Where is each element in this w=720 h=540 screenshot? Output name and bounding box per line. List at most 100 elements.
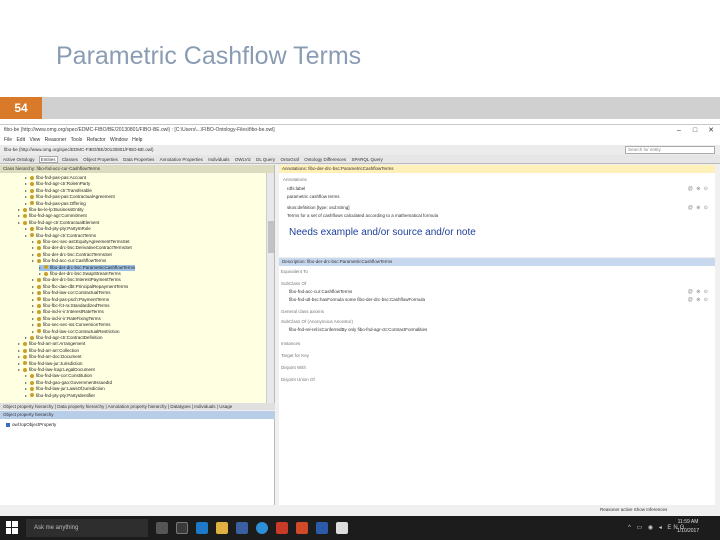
subclass-of-section[interactable]: SubClass Of xyxy=(281,281,306,286)
menu-file[interactable]: File xyxy=(4,137,12,143)
class-tree-item[interactable]: ▸ fibo-fnd-arr-doc:Document xyxy=(18,354,82,360)
tab-data-properties[interactable]: Data Properties xyxy=(122,157,155,162)
class-tree-item[interactable]: ▸ fibo-fnd-agr-ctr:Transferable xyxy=(25,188,92,194)
tab-ontology-differences[interactable]: Ontology Differences xyxy=(303,157,347,162)
tab-individuals[interactable]: Individuals xyxy=(207,157,230,162)
scrollbar-thumb[interactable] xyxy=(268,221,274,253)
class-tree-item[interactable]: ▸ fibo-fnd-pas-pas:ContractualAgreement xyxy=(25,194,115,200)
general-axioms-section[interactable]: General class axioms xyxy=(281,309,324,314)
windows-start-icon[interactable] xyxy=(6,521,18,534)
menu-window[interactable]: Window xyxy=(110,137,128,143)
menu-refactor[interactable]: Refactor xyxy=(87,137,106,143)
anonymous-ancestor-section[interactable]: SubClass Of (Anonymous Ancestor) xyxy=(281,319,353,324)
annotation-actions-icon[interactable]: @ ⊗ ⊙ xyxy=(688,186,709,192)
lower-tabs[interactable]: Object property hierarchy | Data propert… xyxy=(0,403,275,410)
class-tree-scrollbar[interactable] xyxy=(266,173,274,403)
disjoint-union-section[interactable]: Disjoint Union Of xyxy=(281,377,315,382)
class-tree-item[interactable]: ▸ fibo-fnd-agr-ctr:ContractDefinition xyxy=(25,335,103,341)
annotations-title: Annotations: fibo-der-drc-bsc:Parametric… xyxy=(279,165,715,173)
subclass-actions-icon[interactable]: @ ⊗ ⊙ xyxy=(688,289,709,295)
class-tree-item[interactable]: ▸ fibo-fnd-law-cor:ContractualTerms xyxy=(32,290,111,296)
menu-tools[interactable]: Tools xyxy=(71,137,83,143)
class-tree-item[interactable]: ▸ fibo-fnd-law-cor:ContractualRestriction xyxy=(32,329,120,335)
protege-icon[interactable] xyxy=(336,522,348,534)
entity-search-input[interactable]: Search for entity xyxy=(625,146,715,154)
class-tree-item[interactable]: ▸ fibo-sec-sec-iss:ConversionTerms xyxy=(32,322,111,328)
class-tree-item[interactable]: ▸ fibo-fnd-agr-agr:Commitment xyxy=(18,213,87,219)
tab-object-properties[interactable]: Object Properties xyxy=(82,157,119,162)
taskbar-search-input[interactable]: Ask me anything xyxy=(26,519,148,537)
subclass-actions-icon[interactable]: @ ⊗ ⊙ xyxy=(688,297,709,303)
taskbar-clock[interactable]: 11:59 AM 1/10/2017 xyxy=(668,518,708,536)
target-for-key-section[interactable]: Target for Key xyxy=(281,353,309,358)
menu-edit[interactable]: Edit xyxy=(16,137,25,143)
tab-bar: Active Ontology Entities Classes Object … xyxy=(0,155,720,164)
class-tree-item[interactable]: ▸ fibo-fnd-law-jur:Jurisdiction xyxy=(18,361,83,367)
tab-owlviz[interactable]: OWLViz xyxy=(234,157,252,162)
class-tree-item[interactable]: ▸ fibo-der-drc-bsc:InterestPaymentTerms xyxy=(32,277,121,283)
class-tree-item[interactable]: ▸ fibo-der-drc-bsc:DerivativeContractTerm… xyxy=(32,245,132,251)
tab-entities[interactable]: Entities xyxy=(38,156,58,163)
class-hierarchy-panel: Class hierarchy: fibo-fnd-acc-cur-Cashfl… xyxy=(0,165,275,403)
menu-reasoner[interactable]: Reasoner xyxy=(45,137,67,143)
minimize-icon[interactable]: – xyxy=(672,125,686,136)
class-tree-item[interactable]: ▸ fibo-fnd-acc-cur:CashflowTerms xyxy=(32,258,106,264)
browser-icon[interactable] xyxy=(176,522,188,534)
class-tree-item[interactable]: ▸ fibo-fbc-dae-dbt:PrincipalRepaymentTerm… xyxy=(32,284,128,290)
instances-section[interactable]: Instances xyxy=(281,341,300,346)
menu-help[interactable]: Help xyxy=(132,137,142,143)
class-label: fibo-fnd-agr-agr:Commitment xyxy=(29,213,87,219)
acrobat-icon[interactable] xyxy=(276,522,288,534)
slide-note: Needs example and/or source and/or note xyxy=(289,227,476,238)
class-label: fibo-fnd-acc-cur:CashflowTerms xyxy=(43,258,107,264)
class-tree-item[interactable]: ▸ fibo-ind-ir-ir:InterestRateTerms xyxy=(32,309,104,315)
class-tree-item[interactable]: ▸ fibo-fnd-pas-pas:Account xyxy=(25,175,86,181)
reasoner-status[interactable]: Reasoner active Show Inferences xyxy=(600,507,667,512)
class-tree-item[interactable]: ▸ fibo-fnd-pas-psch:PaymentTerms xyxy=(32,297,109,303)
class-tree-item[interactable]: ▸ fibo-sec-sec-ast:EquityAgreementTermsSe… xyxy=(32,239,130,245)
class-tree-item[interactable]: ▸ fibo-be-le-lp:BusinessEntity xyxy=(18,207,84,213)
class-tree-item[interactable]: ▸ fibo-fnd-law-jur:LawsOfJurisdiction xyxy=(25,386,105,392)
equivalent-to-section[interactable]: Equivalent To xyxy=(281,269,308,274)
class-tree-item[interactable]: ▸ fibo-ind-ir-ir:RateFixingTerms xyxy=(32,316,101,322)
tab-ontograf[interactable]: OntoGraf xyxy=(279,157,300,162)
class-tree-item[interactable]: ▸ fibo-fnd-agr-ctr:RoleInParty xyxy=(25,181,90,187)
task-view-icon[interactable] xyxy=(156,522,168,534)
tab-active-ontology[interactable]: Active Ontology xyxy=(2,157,36,162)
powerpoint-icon[interactable] xyxy=(296,522,308,534)
file-explorer-icon[interactable] xyxy=(216,522,228,534)
class-tree-item[interactable]: ▸ fibo-fnd-agr-ctr:ContractualElement xyxy=(18,220,99,226)
class-tree-item[interactable]: ▸ fibo-fnd-law-lcap:LegalDocument xyxy=(18,367,95,373)
class-tree-item[interactable]: ▸ fibo-fnd-pas-pas:Offering xyxy=(25,201,86,207)
class-tree-item[interactable]: ▸ fibo-der-drc-bsc:ParametricCashflowTerm… xyxy=(39,264,136,271)
class-tree-item[interactable]: ▸ fibo-fnd-arr-arr:Arrangement xyxy=(18,341,85,347)
menu-view[interactable]: View xyxy=(29,137,40,143)
subclass-item[interactable]: fibo-fnd-acc-cur:CashflowTerms xyxy=(289,289,352,294)
subclass-item[interactable]: fibo-fnd-utl-bsc:hasFormula some fibo-de… xyxy=(289,297,425,302)
store-icon[interactable] xyxy=(236,522,248,534)
outlook-icon[interactable] xyxy=(316,522,328,534)
maximize-icon[interactable]: □ xyxy=(688,125,702,136)
tab-dl-query[interactable]: DL Query xyxy=(255,157,276,162)
class-icon xyxy=(37,316,41,321)
close-icon[interactable]: ✕ xyxy=(704,125,718,136)
class-tree-item[interactable]: ▸ fibo-fnd-arr-arr:Collection xyxy=(18,348,79,354)
class-tree-item[interactable]: ▸ fibo-fnd-pty-pty:PartyInRole xyxy=(25,226,91,232)
edge-icon[interactable] xyxy=(196,522,208,534)
class-tree-item[interactable]: ▸ fibo-der-drc-bsc:SwapStreamTerms xyxy=(39,271,121,277)
class-tree-item[interactable]: ▸ fibo-fnd-gao-gao:GovernmentIssuedId xyxy=(25,380,112,386)
class-tree-item[interactable]: ▸ fibo-fbc-fct-ra:StandardizedTerms xyxy=(32,303,110,309)
class-tree-item[interactable]: ▸ fibo-der-drc-bsc:ContractTermsSet xyxy=(32,252,112,258)
annotation-actions-icon[interactable]: @ ⊗ ⊙ xyxy=(688,205,709,211)
class-tree-item[interactable]: ▸ fibo-fnd-law-cor:Constitution xyxy=(25,373,92,379)
disjoint-with-section[interactable]: Disjoint With xyxy=(281,365,306,370)
top-object-property-item[interactable]: owl:topObjectProperty xyxy=(6,422,56,427)
tab-classes[interactable]: Classes xyxy=(61,157,79,162)
tab-sparql-query[interactable]: SPARQL Query xyxy=(350,157,383,162)
ontology-address[interactable]: fibo-be (http://www.omg.org/spec/EDMC-FI… xyxy=(0,145,720,155)
class-tree-item[interactable]: ▸ fibo-fnd-pty-pty:PartyIdentifier xyxy=(25,393,95,399)
class-tree-item[interactable]: ▸ fibo-fnd-agr-ctr:ContractTerms xyxy=(25,233,96,239)
tab-annotation-properties[interactable]: Annotation Properties xyxy=(159,157,204,162)
anonymous-ancestor-item[interactable]: fibo-fnd-rel-rel:isConferredBy only fibo… xyxy=(289,327,427,332)
chrome-icon[interactable] xyxy=(256,522,268,534)
